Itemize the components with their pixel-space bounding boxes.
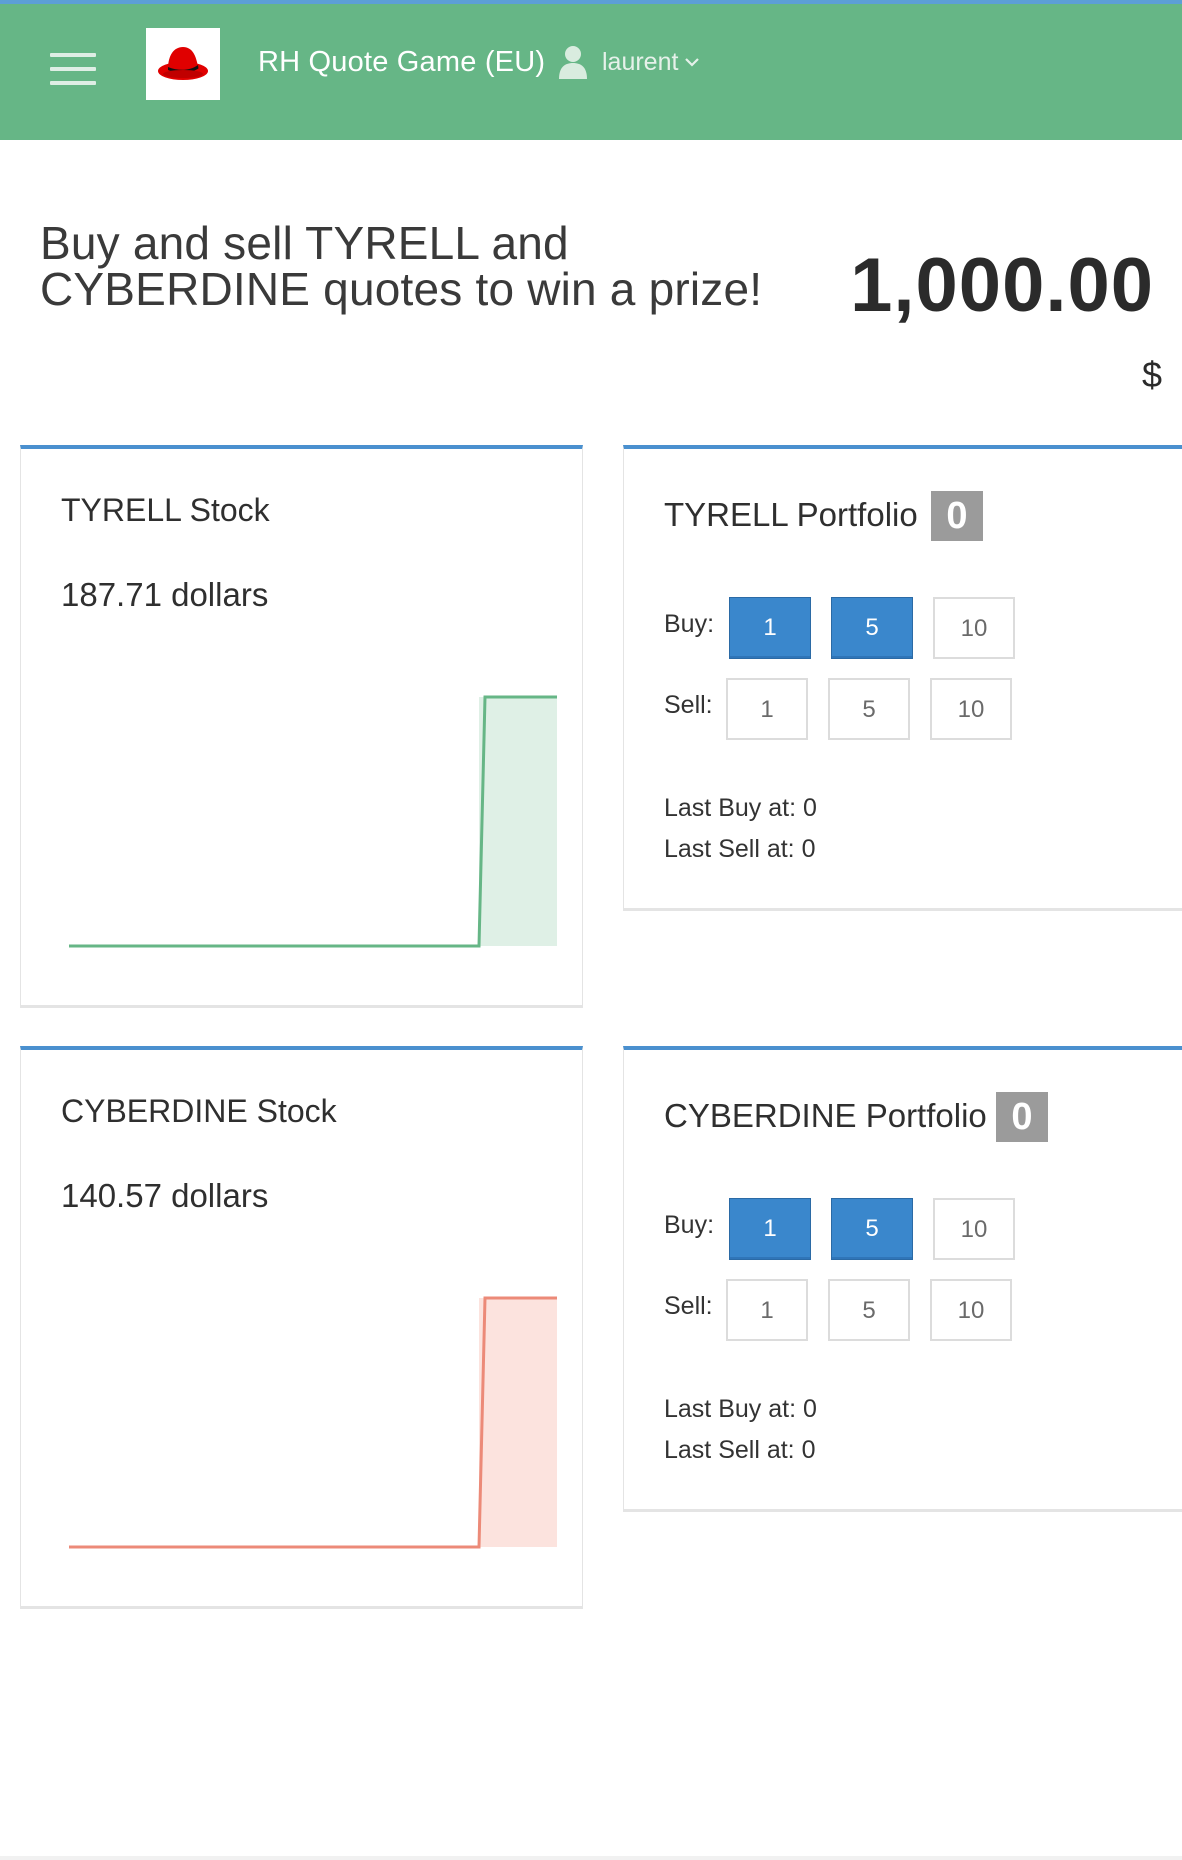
buy-1-button[interactable]: 1 — [729, 1198, 811, 1260]
portfolio-title: CYBERDINE Portfolio — [664, 1097, 987, 1134]
last-sell: Last Sell at: 0 — [664, 835, 816, 863]
buy-5-button[interactable]: 5 — [831, 1198, 913, 1260]
buy-10-button[interactable]: 10 — [933, 1198, 1015, 1260]
stock-name: CYBERDINE Stock — [61, 1093, 337, 1129]
buy-label: Buy: — [664, 610, 715, 638]
sell-1-button[interactable]: 1 — [726, 1279, 808, 1341]
stock-price: 140.57 dollars — [61, 1177, 269, 1214]
user-icon — [559, 46, 587, 79]
last-buy: Last Buy at: 0 — [664, 794, 817, 822]
user-name: laurent — [602, 47, 679, 76]
sell-label: Sell: — [664, 1292, 713, 1320]
portfolio-title: TYRELL Portfolio — [664, 496, 918, 533]
buy-10-button[interactable]: 10 — [933, 597, 1015, 659]
portfolio-count-badge: 0 — [996, 1092, 1048, 1142]
sell-10-button[interactable]: 10 — [930, 1279, 1012, 1341]
sell-5-button[interactable]: 5 — [828, 1279, 910, 1341]
sell-10-button[interactable]: 10 — [930, 678, 1012, 740]
page-headline: Buy and sell TYRELL and CYBERDINE quotes… — [40, 220, 800, 312]
chart-area — [479, 697, 557, 946]
portfolio-card-cyberdine: CYBERDINE Portfolio 0 Buy: 1 5 10 Sell: … — [623, 1046, 1182, 1512]
portfolio-count-badge: 0 — [931, 491, 983, 541]
last-buy: Last Buy at: 0 — [664, 1395, 817, 1423]
last-sell: Last Sell at: 0 — [664, 1436, 816, 1464]
sell-label: Sell: — [664, 691, 713, 719]
headline-line-2: CYBERDINE quotes to win a prize! — [40, 263, 763, 315]
hamburger-menu-icon[interactable] — [50, 53, 96, 85]
stock-name: TYRELL Stock — [61, 492, 270, 528]
sell-5-button[interactable]: 5 — [828, 678, 910, 740]
sell-1-button[interactable]: 1 — [726, 678, 808, 740]
chart-area — [479, 1298, 557, 1547]
portfolio-card-tyrell: TYRELL Portfolio 0 Buy: 1 5 10 Sell: 1 5… — [623, 445, 1182, 911]
buy-1-button[interactable]: 1 — [729, 597, 811, 659]
red-hat-logo[interactable] — [146, 28, 220, 100]
chevron-down-icon — [685, 58, 700, 67]
user-menu[interactable]: laurent — [558, 42, 700, 82]
buy-label: Buy: — [664, 1211, 715, 1239]
balance-value: 1,000.00 — [850, 243, 1154, 328]
navbar: RH Quote Game (EU) laurent — [0, 4, 1182, 140]
app-title[interactable]: RH Quote Game (EU) — [258, 46, 545, 79]
buy-5-button[interactable]: 5 — [831, 597, 913, 659]
stock-card-cyberdine: CYBERDINE Stock 140.57 dollars — [20, 1046, 583, 1609]
stock-price: 187.71 dollars — [61, 576, 269, 613]
stock-chart-tyrell — [69, 695, 557, 948]
headline-line-1: Buy and sell TYRELL and — [40, 217, 569, 269]
stock-card-tyrell: TYRELL Stock 187.71 dollars — [20, 445, 583, 1008]
balance-currency: $ — [1141, 354, 1162, 395]
stock-chart-cyberdine — [69, 1296, 557, 1549]
bottom-divider — [0, 1856, 1182, 1860]
